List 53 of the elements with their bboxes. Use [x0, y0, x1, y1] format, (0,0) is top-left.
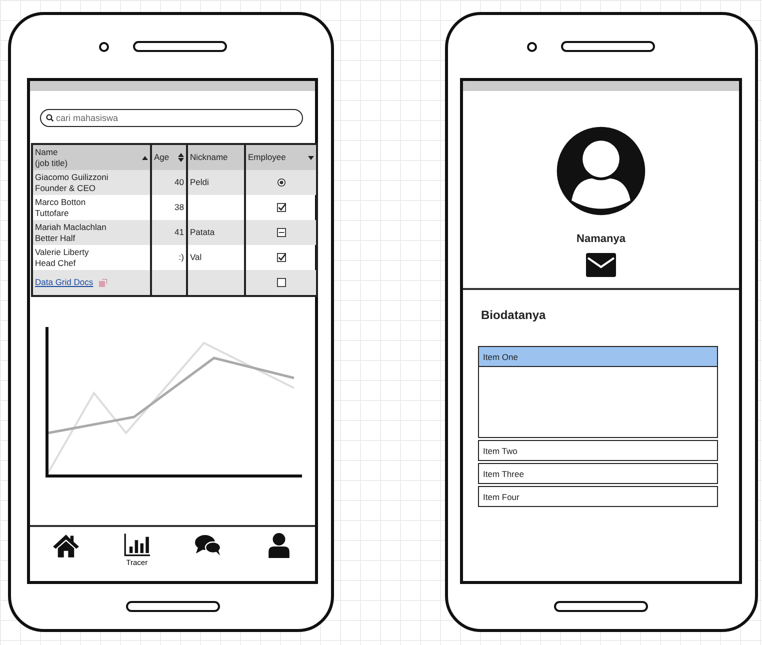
column-header[interactable]: Age	[151, 144, 187, 170]
checkbox[interactable]	[276, 203, 286, 212]
table-cell-text: Tuttofare	[35, 208, 70, 218]
search-icon	[46, 114, 54, 122]
accordion-item[interactable]: Item Three	[478, 463, 718, 484]
avatar-icon	[555, 125, 647, 217]
table-cell: Val	[190, 252, 202, 262]
header-label: Nickname	[190, 152, 228, 163]
table-cell-text: Better Half	[35, 232, 76, 244]
table-cell: :)	[178, 252, 184, 262]
table-cell-text: Valerie Liberty	[35, 246, 90, 258]
header-label: Age	[154, 152, 170, 163]
speaker-icon	[132, 41, 226, 52]
column-header[interactable]: Nickname	[187, 144, 245, 170]
accordion-item[interactable]: Item Four	[478, 486, 718, 507]
table-cell-text: Giacomo Guilizzoni	[35, 172, 110, 182]
camera-icon	[527, 42, 537, 52]
table-cell-text: Head Chef	[35, 258, 77, 268]
table-cell-text: Founder & CEO	[35, 182, 96, 194]
radio-button[interactable]	[276, 178, 286, 187]
link-icon	[99, 278, 108, 286]
sort-icon	[178, 153, 184, 162]
table-cell-text: Mariah Maclachlan	[35, 222, 108, 232]
home-button[interactable]	[126, 601, 220, 612]
bar-chart-icon[interactable]	[124, 533, 150, 558]
column-header[interactable]: Name (job title)	[32, 144, 151, 170]
table-cell: 38	[174, 202, 184, 212]
home-icon[interactable]	[52, 533, 79, 558]
header-sublabel: (job title)	[35, 158, 68, 168]
search-field[interactable]: cari mahasiswa	[56, 113, 297, 123]
table-cell: Peldi	[190, 177, 209, 187]
accordion-item[interactable]: Item Two	[478, 440, 718, 461]
profile-name: Namanya	[576, 233, 626, 245]
user-icon[interactable]	[266, 533, 292, 558]
speaker-icon	[561, 41, 655, 52]
column-header[interactable]: Employee	[245, 144, 317, 170]
table-cell-text: Marco Botton	[35, 196, 87, 208]
table-cell: Patata	[190, 227, 215, 237]
header-label: Employee	[248, 152, 286, 163]
checkbox[interactable]	[276, 253, 286, 262]
home-button[interactable]	[554, 601, 648, 612]
mail-icon[interactable]	[586, 253, 616, 277]
table-cell: 40	[174, 177, 184, 187]
checkbox[interactable]	[276, 228, 286, 237]
sort-down-icon	[308, 156, 314, 160]
search-bar[interactable]: cari mahasiswa	[40, 109, 303, 127]
sort-up-icon	[142, 156, 148, 160]
accordion-item[interactable]: Item One	[478, 346, 718, 367]
camera-icon	[98, 42, 108, 52]
table-cell: 41	[174, 227, 184, 237]
section-heading: Biodatanya	[481, 308, 547, 322]
header-label: Name	[35, 146, 59, 158]
checkbox[interactable]	[276, 278, 286, 287]
